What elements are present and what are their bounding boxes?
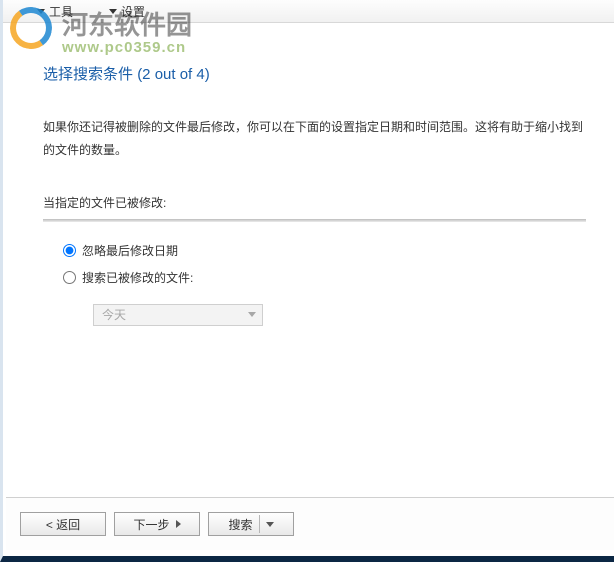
radio-ignore-date[interactable]: 忽略最后修改日期 (63, 242, 586, 259)
radio-search-modified-label: 搜索已被修改的文件: (82, 269, 193, 286)
menu-settings-label: 设置 (121, 3, 145, 20)
radio-group: 忽略最后修改日期 搜索已被修改的文件: (63, 242, 586, 286)
split-divider (259, 515, 260, 533)
next-button-label: 下一步 (133, 516, 169, 533)
date-range-dropdown[interactable]: 今天 (93, 304, 263, 326)
section-label: 当指定的文件已被修改: (43, 194, 586, 211)
back-button[interactable]: < 返回 (20, 512, 106, 536)
next-button[interactable]: 下一步 (114, 512, 200, 536)
chevron-down-icon (109, 9, 117, 14)
section-separator (43, 219, 586, 222)
chevron-right-icon (176, 520, 181, 528)
menu-tools[interactable]: 工具 (37, 3, 73, 20)
chevron-down-icon (37, 9, 45, 14)
dropdown-value: 今天 (102, 306, 126, 323)
search-button[interactable]: 搜索 (208, 512, 294, 536)
menu-tools-label: 工具 (49, 3, 73, 20)
wizard-window: 工具 设置 河东软件园 www.pc0359.cn 选择搜索条件 (2 out … (0, 0, 614, 562)
page-title-text: 选择搜索条件 (43, 66, 133, 83)
radio-ignore-date-label: 忽略最后修改日期 (82, 242, 178, 259)
back-button-label: < 返回 (46, 516, 80, 533)
page-title: 选择搜索条件 (2 out of 4) (43, 63, 586, 84)
page-title-counter: (2 out of 4) (137, 66, 210, 83)
search-button-label: 搜索 (228, 516, 252, 533)
menu-settings[interactable]: 设置 (109, 3, 145, 20)
radio-ignore-date-input[interactable] (63, 244, 76, 257)
menu-bar: 工具 设置 (3, 0, 614, 23)
chevron-down-icon (266, 522, 274, 527)
radio-search-modified[interactable]: 搜索已被修改的文件: (63, 269, 586, 286)
footer-button-bar: < 返回 下一步 搜索 (6, 497, 614, 550)
chevron-down-icon (248, 312, 256, 317)
page-description: 如果你还记得被删除的文件最后修改，你可以在下面的设置指定日期和时间范围。这将有助… (43, 116, 586, 162)
content-area: 选择搜索条件 (2 out of 4) 如果你还记得被删除的文件最后修改，你可以… (3, 23, 614, 326)
radio-search-modified-input[interactable] (63, 271, 76, 284)
